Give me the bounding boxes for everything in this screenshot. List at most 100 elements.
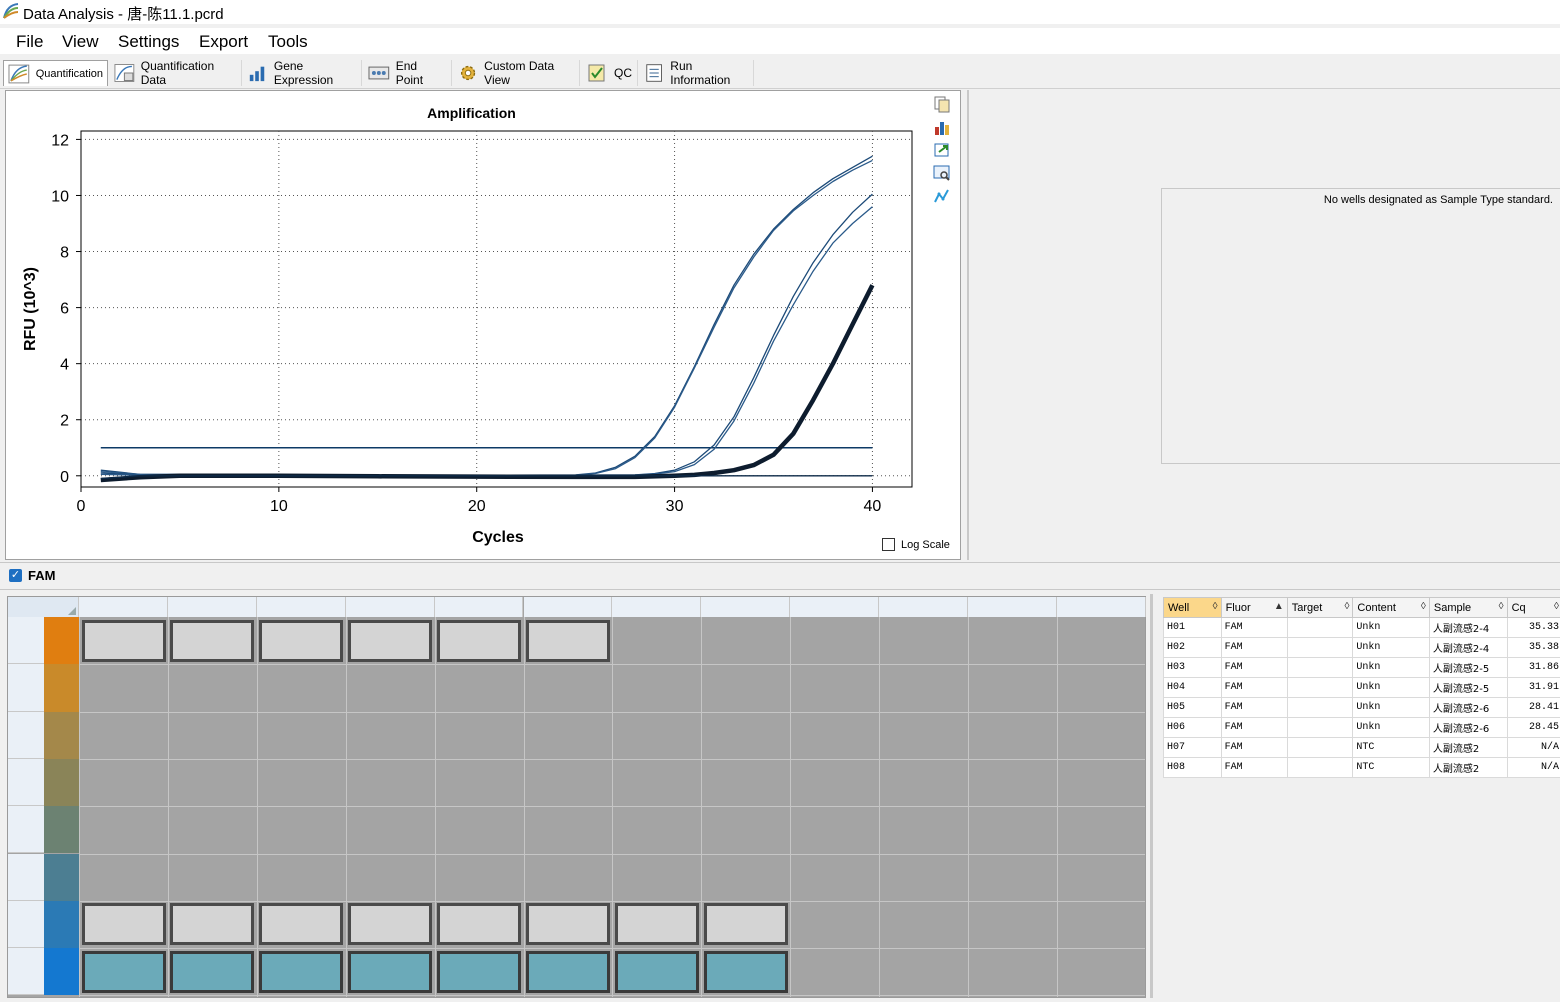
plate-col-header[interactable]	[1056, 597, 1146, 617]
plate-well[interactable]	[348, 619, 433, 662]
log-scale-option[interactable]: Log Scale	[882, 538, 950, 551]
tab-quantification-data[interactable]: Quantification Data	[110, 59, 242, 87]
plate-col-header[interactable]	[612, 597, 702, 617]
plate-row-header[interactable]	[8, 900, 44, 949]
sort-icon[interactable]: ◊	[1554, 601, 1559, 612]
plate-well[interactable]	[614, 950, 699, 993]
plate-well[interactable]	[259, 903, 344, 946]
bar-chart-icon	[249, 66, 265, 82]
menu-tools[interactable]: Tools	[268, 32, 308, 52]
table-cell: 28.41	[1506, 697, 1560, 718]
header-label: Well	[1168, 601, 1190, 614]
menu-export[interactable]: Export	[199, 32, 248, 52]
plate-col-header[interactable]	[968, 597, 1057, 617]
plate-well[interactable]	[526, 950, 610, 993]
header-label: Fluor	[1225, 601, 1251, 614]
plate-row-header[interactable]	[8, 664, 44, 712]
tab-custom-data-view[interactable]: Custom Data View	[454, 59, 580, 87]
plate-well[interactable]	[170, 619, 255, 662]
plate-row-header[interactable]	[8, 948, 44, 996]
menu-file[interactable]: File	[16, 32, 43, 52]
plate-well[interactable]	[703, 903, 788, 946]
tab-run-information[interactable]: Run Information	[640, 59, 754, 87]
table-row[interactable]: H07 FAM NTC 人副流感2 N/A	[1163, 737, 1560, 758]
table-row[interactable]: H06 FAM Unkn 人副流感2-6 28.45	[1163, 717, 1560, 738]
plate-col-header[interactable]	[79, 597, 168, 617]
plate-grid-line	[79, 948, 1145, 950]
plate-col-header[interactable]	[256, 597, 346, 617]
tab-quantification[interactable]: Quantification	[3, 60, 108, 86]
tab-label: Gene Expression	[273, 59, 334, 87]
results-col-header[interactable]: Content ◊	[1352, 597, 1430, 618]
plate-col-header[interactable]	[523, 597, 613, 617]
gradient-temp-cell	[44, 758, 79, 807]
y-tick-label: 10	[51, 188, 69, 205]
plate-well[interactable]	[170, 950, 255, 993]
export-icon[interactable]	[933, 141, 951, 159]
results-col-header[interactable]: Target ◊	[1286, 597, 1354, 618]
plate-well[interactable]	[81, 619, 166, 662]
table-row[interactable]: H08 FAM NTC 人副流感2 N/A	[1163, 757, 1560, 778]
plate-well[interactable]	[259, 950, 344, 993]
tab-end-point[interactable]: End Point	[364, 59, 452, 87]
tab-qc[interactable]: QC	[582, 60, 638, 86]
plate-col-header[interactable]	[790, 597, 880, 617]
plate-well[interactable]	[81, 950, 166, 993]
plate-well[interactable]	[437, 619, 522, 662]
plate-col-header[interactable]	[701, 597, 791, 617]
y-tick-label: 6	[60, 301, 69, 318]
sort-icon[interactable]: ◊	[1213, 601, 1218, 612]
plate-well[interactable]	[526, 903, 610, 946]
plate-col-header[interactable]	[345, 597, 435, 617]
copy-icon[interactable]	[933, 95, 951, 113]
plate-well[interactable]	[170, 903, 255, 946]
table-row[interactable]: H01 FAM Unkn 人副流感2-4 35.33	[1163, 617, 1560, 638]
table-cell: 35.33	[1506, 617, 1560, 638]
plate-well[interactable]	[348, 950, 433, 993]
plate-row-header[interactable]	[8, 853, 44, 901]
menu-settings[interactable]: Settings	[118, 32, 179, 52]
plate-well[interactable]	[259, 619, 344, 662]
results-col-header[interactable]: Fluor ▲	[1220, 597, 1288, 618]
plate-corner[interactable]	[8, 597, 79, 617]
table-row[interactable]: H02 FAM Unkn 人副流感2-4 35.38	[1163, 637, 1560, 658]
plate-col-header[interactable]	[167, 597, 257, 617]
sort-icon[interactable]: ◊	[1421, 601, 1426, 612]
table-row[interactable]: H04 FAM Unkn 人副流感2-5 31.91	[1163, 677, 1560, 698]
plate-row-header[interactable]	[8, 806, 44, 854]
tab-gene-expression[interactable]: Gene Expression	[244, 59, 362, 87]
plate-well[interactable]	[348, 903, 433, 946]
table-row[interactable]: H05 FAM Unkn 人副流感2-6 28.41	[1163, 697, 1560, 718]
table-row[interactable]: H03 FAM Unkn 人副流感2-5 31.86	[1163, 657, 1560, 678]
gradient-temp-cell	[44, 806, 79, 854]
results-col-header[interactable]: Sample ◊	[1428, 597, 1508, 618]
table-cell: 31.91	[1506, 677, 1560, 698]
plate-well[interactable]	[703, 950, 788, 993]
table-cell	[1286, 717, 1354, 738]
plate-row-header[interactable]	[8, 617, 44, 665]
results-col-header[interactable]: Well ◊	[1163, 597, 1222, 618]
plate-well[interactable]	[526, 619, 610, 662]
results-col-header[interactable]: Cq ◊	[1506, 597, 1560, 618]
plate-well[interactable]	[437, 950, 522, 993]
plate-col-header[interactable]	[434, 597, 524, 617]
menu-view[interactable]: View	[62, 32, 99, 52]
zoom-icon[interactable]	[933, 164, 951, 182]
log-scale-checkbox[interactable]	[882, 538, 895, 551]
plate-well[interactable]	[437, 903, 522, 946]
plate-well[interactable]	[81, 903, 166, 946]
fam-checkbox[interactable]: ✓	[9, 569, 22, 582]
plate-row-header[interactable]	[8, 711, 44, 759]
table-cell: NTC	[1352, 737, 1430, 758]
plate-row-header[interactable]	[8, 758, 44, 807]
trace-style-icon[interactable]	[933, 187, 951, 205]
plate-well[interactable]	[614, 903, 699, 946]
sort-icon[interactable]: ◊	[1499, 601, 1504, 612]
sort-icon[interactable]: ◊	[1344, 601, 1349, 612]
plate-col-header[interactable]	[879, 597, 968, 617]
y-tick-label: 12	[51, 132, 69, 149]
sort-ascending-icon[interactable]: ▲	[1274, 601, 1284, 612]
chart-settings-icon[interactable]	[933, 118, 951, 136]
tab-label: Run Information	[670, 59, 731, 87]
amplification-chart[interactable]: 0 10 20 30 40 0 2 4 6 8 10 12 Amplification Cycles RFU…	[6, 91, 960, 559]
